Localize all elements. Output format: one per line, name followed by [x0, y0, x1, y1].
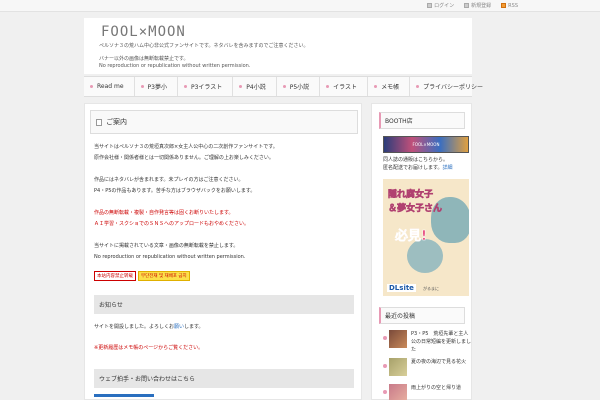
nav-item-p3-illust[interactable]: P3イラスト — [178, 77, 234, 96]
nav-label: P3イラスト — [190, 84, 223, 91]
reproduction-paragraph: 当サイトに掲載されている文章・画像の無断転載を禁止します。 No reprodu… — [94, 241, 245, 263]
spoiler-paragraph: 作品にはネタバレが含まれます。未プレイの方はご注意ください。 P4・P5の作品も… — [94, 175, 255, 197]
news-link[interactable]: 願い — [174, 324, 184, 330]
nav-bullet-icon — [326, 85, 330, 88]
site-tagline: ペルソナ３の荒ハム中心非公式ファンサイトです。ネタバレを含みますのでご注意くださ… — [99, 43, 309, 49]
main-nav: Read me P3夢小 P3イラスト P4小説 P5小説 イラスト メモ帳 プ… — [84, 76, 483, 97]
register-icon — [464, 3, 470, 8]
ad-headline: 隠れ腐女子 — [388, 190, 434, 201]
nav-item-p4-novels[interactable]: P4小説 — [233, 77, 277, 96]
nav-label: メモ帳 — [381, 84, 400, 91]
ad-callout: 必見! — [395, 229, 427, 245]
login-icon — [427, 3, 433, 8]
recent-post-item[interactable]: 雨上がりの空と帰り道 — [383, 384, 473, 400]
main-content: ご案内 当サイトはペルソナ３の荒垣真次郎×女主人公中心の二次創作ファンサイトです… — [84, 103, 362, 400]
news-line: サイトを開設しました。よろしくお願いします。 — [94, 322, 204, 333]
nav-label: P3夢小 — [147, 84, 167, 91]
contact-link[interactable] — [94, 394, 154, 397]
recent-post-item[interactable]: 夏の夜の海辺で見る花火 — [383, 358, 473, 376]
nav-bullet-icon — [90, 85, 93, 88]
post-thumbnail[interactable] — [389, 330, 407, 348]
contact-heading: ウェブ拍手・お問い合わせはこちら — [94, 369, 354, 388]
site-header: FOOL×MOON ペルソナ３の荒ハム中心非公式ファンサイトです。ネタバレを含み… — [84, 18, 472, 74]
recent-post-title[interactable]: 夏の夜の海辺で見る花火 — [411, 358, 466, 366]
intro-line: 原作会社様・関係者様とは一切関係ありません。ご理解の上お楽しみください。 — [94, 155, 274, 161]
news-text: サイトを開設しました。よろしくお — [94, 324, 175, 330]
warning-line: ＡＩ学習・スクショでのＳＮＳへのアップロードもおやめください。 — [94, 221, 250, 227]
nav-bullet-icon — [374, 85, 378, 88]
copyright-note: バナー以外の画像は無断転載禁止です。 No reproduction or re… — [99, 56, 250, 70]
recent-posts-title: 最近の投稿 — [379, 307, 465, 324]
news-text-end: します。 — [184, 324, 204, 330]
rss-link[interactable]: RSS — [501, 2, 518, 9]
nav-label: プライバシーポリシー — [423, 84, 483, 91]
login-link-label: ログイン — [434, 3, 455, 9]
nav-item-illust[interactable]: イラスト — [320, 77, 369, 96]
ad-subtext: がるまに — [423, 286, 439, 291]
nav-item-p3-novels[interactable]: P3夢小 — [135, 77, 178, 96]
recent-post-title[interactable]: P3・P5 荒垣先輩と主人公の日常短編を更新しました — [411, 330, 473, 354]
booth-banner-text: FOOL×MOON — [412, 142, 440, 147]
booth-widget-title: BOOTH店 — [379, 112, 465, 129]
nav-bullet-icon — [282, 85, 286, 88]
nav-item-p5-novels[interactable]: P5小説 — [277, 77, 321, 96]
booth-detail-link[interactable]: 詳細 — [443, 165, 453, 171]
site-title[interactable]: FOOL×MOON — [101, 24, 186, 40]
nav-item-memo[interactable]: メモ帳 — [368, 77, 411, 96]
page-icon — [96, 118, 102, 126]
spoiler-line: P4・P5の作品もあります。苦手な方はブラウザバックをお願いします。 — [94, 188, 256, 194]
no-reprint-badges: 本站内容禁止转载 무단전재 및 재배포 금지 — [94, 271, 190, 281]
top-links: ログイン 新規登録 RSS — [427, 2, 518, 9]
nav-bullet-icon — [416, 85, 420, 88]
booth-description: 同人誌の通販はこちらから。 匿名配送でお届けします。詳細 — [383, 156, 453, 172]
update-history-note: ※更新履歴はメモ帳のページからご覧ください。 — [94, 345, 204, 351]
nav-item-readme[interactable]: Read me — [84, 77, 135, 96]
news-heading: お知らせ — [94, 295, 354, 314]
booth-banner[interactable]: FOOL×MOON — [383, 136, 469, 153]
nav-label: Read me — [97, 83, 124, 90]
ad-headline-2: ＆夢女子さん — [388, 204, 443, 215]
booth-line: 同人誌の通販はこちらから。 — [383, 157, 449, 163]
warning-line: 作品の無断転載・複製・自作発言等は固くお断りいたします。 — [94, 210, 234, 216]
dlsite-logo: DLsite — [387, 284, 416, 292]
page-title-text: ご案内 — [106, 118, 127, 126]
top-bar: ログイン 新規登録 RSS — [0, 0, 600, 12]
register-link-label: 新規登録 — [471, 3, 492, 9]
mascot-illustration-small — [407, 239, 443, 273]
chinese-no-reprint-badge: 本站内容禁止转载 — [94, 271, 136, 281]
booth-line: 匿名配送でお届けします。 — [383, 165, 443, 171]
korean-no-reprint-badge: 무단전재 및 재배포 금지 — [138, 271, 190, 281]
copyright-note-en: No reproduction or republication without… — [99, 63, 251, 69]
login-link[interactable]: ログイン — [427, 2, 454, 9]
rss-link-label: RSS — [508, 2, 518, 9]
nav-bullet-icon — [140, 85, 144, 88]
reproduction-line: No reproduction or republication without… — [94, 254, 246, 260]
nav-bullet-icon — [183, 85, 187, 88]
spoiler-line: 作品にはネタバレが含まれます。未プレイの方はご注意ください。 — [94, 177, 244, 183]
reproduction-line: 当サイトに掲載されている文章・画像の無断転載を禁止します。 — [94, 243, 239, 249]
recent-post-item[interactable]: P3・P5 荒垣先輩と主人公の日常短編を更新しました — [383, 330, 473, 354]
post-thumbnail[interactable] — [389, 384, 407, 400]
bullet-icon — [383, 390, 387, 394]
recent-post-title[interactable]: 雨上がりの空と帰り道 — [411, 384, 461, 392]
post-thumbnail[interactable] — [389, 358, 407, 376]
page-title: ご案内 — [90, 110, 358, 134]
nav-label: イラスト — [333, 84, 358, 91]
nav-bullet-icon — [239, 85, 243, 88]
sidebar: BOOTH店 FOOL×MOON 同人誌の通販はこちらから。 匿名配送でお届けし… — [371, 103, 472, 400]
nav-label: P5小説 — [289, 84, 310, 91]
bullet-icon — [383, 364, 387, 368]
bullet-icon — [383, 336, 387, 340]
copyright-note-jp: バナー以外の画像は無断転載禁止です。 — [99, 56, 189, 62]
rss-icon — [501, 3, 507, 8]
dlsite-ad-banner[interactable]: 隠れ腐女子 ＆夢女子さん 必見! DLsite がるまに — [383, 179, 469, 296]
intro-paragraph: 当サイトはペルソナ３の荒垣真次郎×女主人公中心の二次創作ファンサイトです。 原作… — [94, 142, 278, 164]
intro-line: 当サイトはペルソナ３の荒垣真次郎×女主人公中心の二次創作ファンサイトです。 — [94, 144, 278, 150]
register-link[interactable]: 新規登録 — [464, 2, 491, 9]
warning-paragraph: 作品の無断転載・複製・自作発言等は固くお断りいたします。 ＡＩ学習・スクショでの… — [94, 208, 249, 230]
nav-label: P4小説 — [246, 84, 266, 91]
nav-item-privacy[interactable]: プライバシーポリシー — [410, 77, 493, 96]
